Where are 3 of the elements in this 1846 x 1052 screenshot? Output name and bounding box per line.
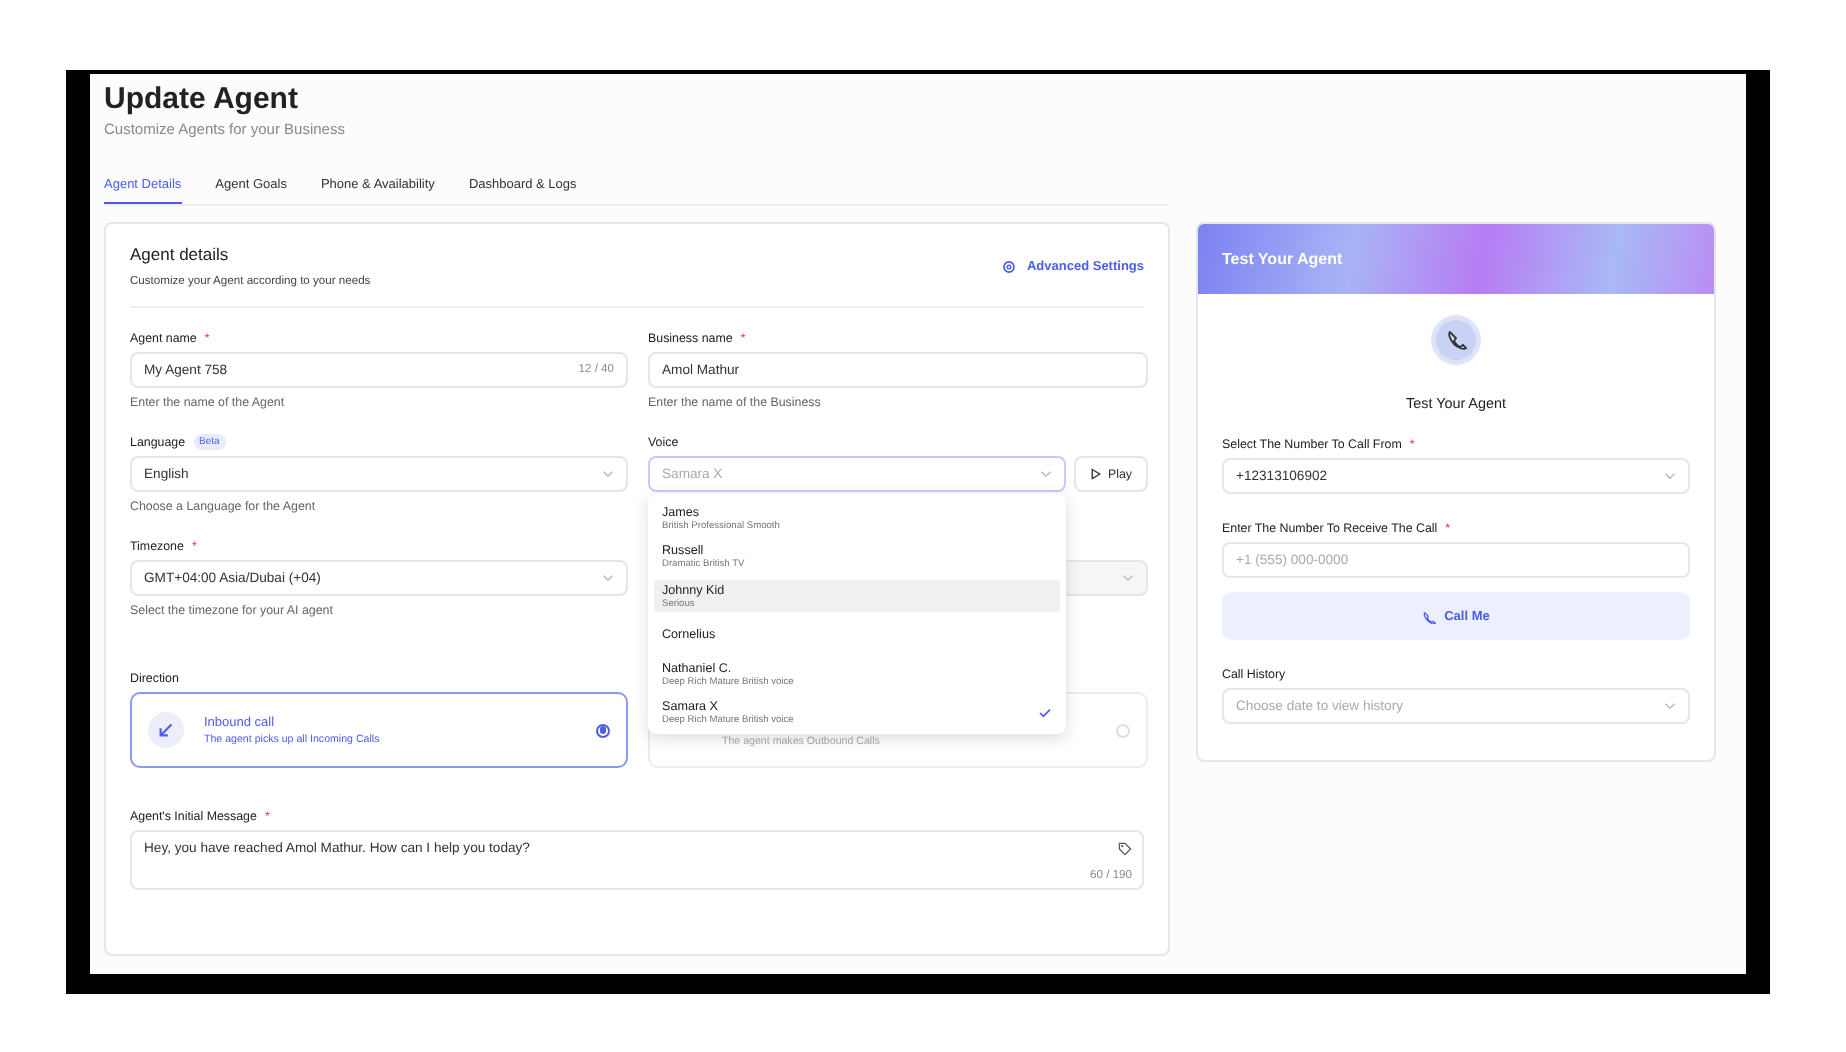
card-header-title: Test Your Agent xyxy=(1222,250,1343,268)
section-title: Agent details xyxy=(130,244,231,264)
page-title: Update Agent xyxy=(104,82,300,118)
